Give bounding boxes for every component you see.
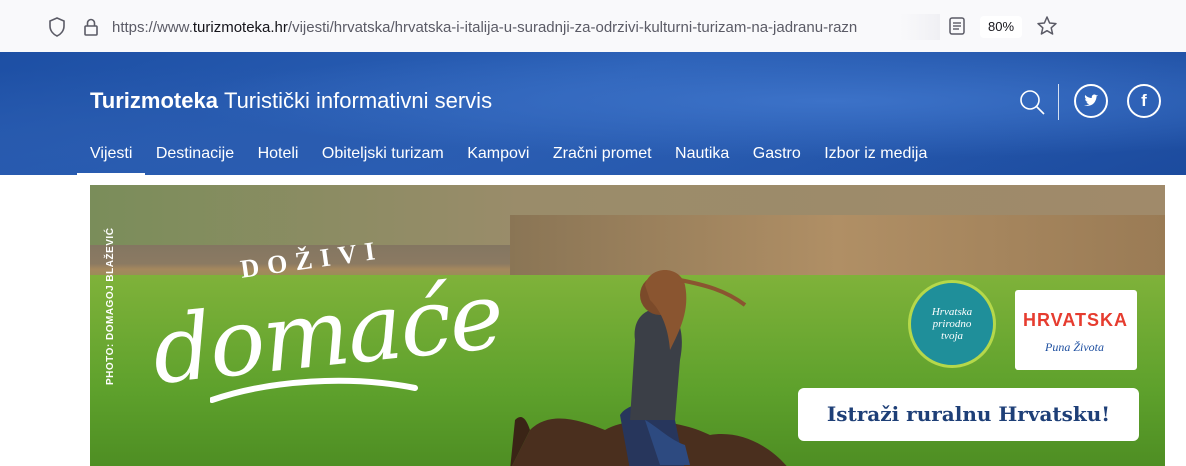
nav-item-izbor-iz-medija[interactable]: Izbor iz medija bbox=[824, 144, 927, 175]
nav-item-destinacije[interactable]: Destinacije bbox=[156, 144, 234, 175]
nav-item-kampovi[interactable]: Kampovi bbox=[467, 144, 529, 175]
brand-name: Turizmoteka bbox=[90, 88, 218, 113]
hrvatska-prirodno-tvoja-logo: Hrvatska prirodno tvoja bbox=[908, 280, 996, 368]
headline-swash bbox=[210, 377, 418, 403]
shield-icon[interactable] bbox=[48, 17, 66, 41]
header-divider bbox=[1058, 84, 1059, 120]
nav-item-nautika[interactable]: Nautika bbox=[675, 144, 729, 175]
badge-line-3: tvoja bbox=[941, 330, 963, 342]
badge-line-1: Hrvatska bbox=[931, 306, 973, 318]
hrvatska-tourism-logo: HRVATSKA Puna Života bbox=[1015, 290, 1137, 370]
nav-item-obiteljski-turizam[interactable]: Obiteljski turizam bbox=[322, 144, 444, 175]
nav-item-hoteli[interactable]: Hoteli bbox=[258, 144, 299, 175]
url-field[interactable]: https://www.turizmoteka.hr/vijesti/hrvat… bbox=[112, 19, 932, 36]
reader-view-icon[interactable] bbox=[948, 16, 966, 40]
search-icon[interactable] bbox=[1018, 88, 1046, 116]
zoom-level-badge[interactable]: 80% bbox=[980, 16, 1022, 38]
main-nav: Vijesti Destinacije Hoteli Obiteljski tu… bbox=[76, 144, 946, 176]
badge-line-2: prirodno bbox=[932, 318, 972, 330]
bookmark-star-icon[interactable] bbox=[1036, 15, 1058, 41]
site-header: Turizmoteka Turistički informativni servi… bbox=[0, 52, 1186, 176]
hrvatska-logo-tagline: Puna Života bbox=[1045, 340, 1104, 354]
brand-tagline: Turistički informativni servis bbox=[223, 88, 493, 113]
browser-toolbar: https://www.turizmoteka.hr/vijesti/hrvat… bbox=[0, 0, 1186, 52]
url-path: /vijesti/hrvatska/hrvatska-i-italija-u-s… bbox=[287, 19, 858, 36]
hrvatska-logo-word: HRVATSKA bbox=[1023, 310, 1129, 330]
twitter-icon bbox=[1076, 94, 1106, 120]
photo-credit: PHOTO: DOMAGOJ BLAŽEVIĆ bbox=[105, 227, 116, 385]
horse-rider-illustration bbox=[510, 270, 787, 466]
nav-item-gastro[interactable]: Gastro bbox=[753, 144, 801, 175]
cta-button[interactable]: Istraži ruralnu Hrvatsku! bbox=[798, 388, 1139, 441]
facebook-button[interactable]: f bbox=[1127, 84, 1161, 118]
lock-icon[interactable] bbox=[82, 17, 100, 41]
twitter-button[interactable] bbox=[1074, 84, 1108, 118]
url-domain: turizmoteka.hr bbox=[192, 19, 288, 36]
facebook-icon: f bbox=[1141, 91, 1147, 110]
promo-banner[interactable]: PHOTO: DOMAGOJ BLAŽEVIĆ DOŽIVI domaće Hr… bbox=[90, 185, 1165, 466]
nav-item-vijesti[interactable]: Vijesti bbox=[76, 144, 146, 176]
site-logo[interactable]: Turizmoteka Turistički informativni servi… bbox=[90, 88, 492, 114]
url-prefix: https://www. bbox=[112, 19, 193, 36]
nav-item-zracni-promet[interactable]: Zračni promet bbox=[553, 144, 652, 175]
url-fade bbox=[900, 14, 940, 40]
